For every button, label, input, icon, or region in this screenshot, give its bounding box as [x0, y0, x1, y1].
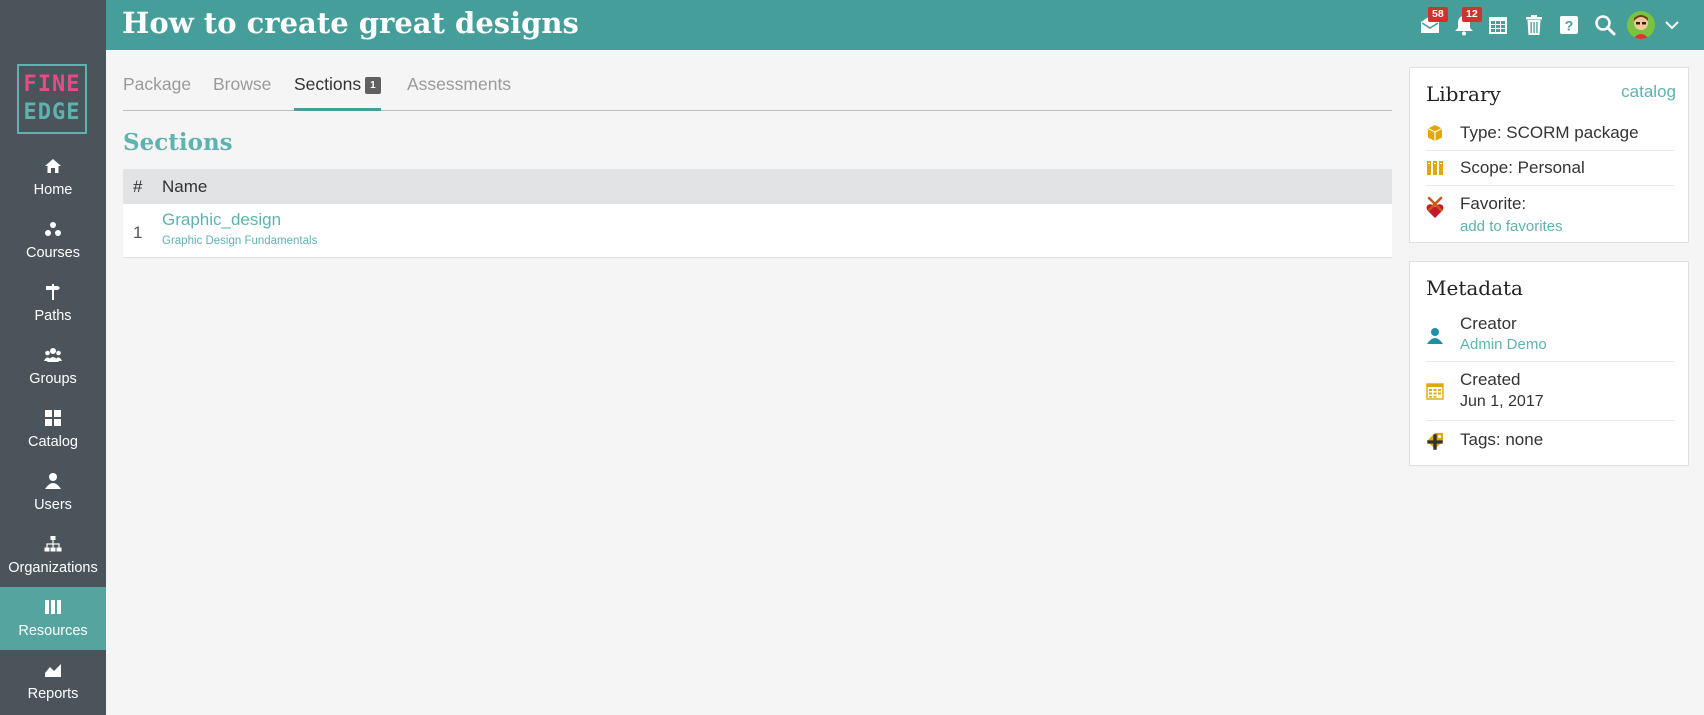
calendar-icon[interactable]: [1487, 14, 1509, 36]
avatar-face-icon: [1627, 11, 1655, 39]
metadata-creator-row: Creator Admin Demo: [1426, 308, 1674, 362]
tags-label: Tags: none: [1460, 430, 1544, 449]
library-title: Library: [1426, 82, 1501, 106]
chevron-down-icon[interactable]: [1664, 18, 1680, 32]
metadata-created-row: Created Jun 1, 2017: [1426, 362, 1674, 421]
creator-label: Creator: [1460, 314, 1517, 333]
table-row: 1 Graphic_design Graphic Design Fundamen…: [123, 204, 1392, 258]
sidebar-item-label: Resources: [18, 623, 88, 639]
tab-browse[interactable]: Browse: [213, 74, 271, 111]
library-scope: Scope: Personal: [1460, 158, 1585, 177]
sidebar-item-organizations[interactable]: Organizations: [0, 524, 106, 587]
user-icon: [1427, 328, 1443, 344]
created-label: Created: [1460, 370, 1521, 389]
library-scope-row: Scope: Personal: [1426, 151, 1674, 186]
add-to-favorites-link[interactable]: add to favorites: [1460, 218, 1563, 235]
books-icon: [45, 600, 61, 614]
metadata-panel: Metadata Creator Admin Demo Created Jun …: [1409, 261, 1689, 466]
library-favorite-row: Favorite: add to favorites: [1426, 186, 1674, 238]
close-icon: [1427, 196, 1443, 212]
sidebar-item-label: Courses: [26, 245, 80, 261]
grid-icon: [45, 410, 61, 426]
sections-table: # Name 1 Graphic_design Graphic Design F…: [123, 169, 1392, 258]
search-icon[interactable]: [1594, 14, 1616, 36]
tab-assessments[interactable]: Assessments: [407, 74, 511, 111]
signpost-icon: [46, 284, 60, 300]
sidebar-item-resources[interactable]: Resources: [0, 587, 106, 650]
sidebar-item-label: Groups: [29, 371, 77, 387]
svg-text:?: ?: [1565, 18, 1574, 34]
row-number: 1: [133, 223, 143, 242]
library-type-row: Type: SCORM package: [1426, 116, 1674, 151]
created-date: Jun 1, 2017: [1460, 393, 1544, 410]
table-header: # Name: [123, 169, 1392, 204]
column-header-name: Name: [162, 177, 208, 196]
section-subtitle: Graphic Design Fundamentals: [162, 235, 318, 247]
sidebar-item-label: Users: [34, 497, 72, 513]
fine-edge-logo[interactable]: FINE EDGE: [17, 64, 87, 134]
content-tabs: Package Browse Sections 1 Assessments: [123, 72, 1392, 111]
sidebar-item-users[interactable]: Users: [0, 461, 106, 524]
sidebar-item-label: Home: [33, 182, 73, 198]
logo-line-1: FINE: [23, 72, 81, 97]
courses-icon: [45, 222, 61, 236]
sidebar-item-label: Paths: [34, 308, 72, 324]
sidebar-item-home[interactable]: Home: [0, 146, 106, 209]
library-type: Type: SCORM package: [1460, 123, 1639, 142]
section-name-link[interactable]: Graphic_design: [162, 210, 281, 230]
sidebar-item-groups[interactable]: Groups: [0, 335, 106, 398]
help-icon[interactable]: ?: [1558, 14, 1580, 36]
org-chart-icon: [44, 536, 62, 552]
sidebar-item-label: Reports: [27, 686, 79, 702]
user-icon: [45, 473, 61, 489]
tab-sections[interactable]: Sections 1: [294, 74, 381, 111]
notifications-count-badge: 12: [1462, 7, 1482, 22]
sidebar-item-reports[interactable]: Reports: [0, 650, 106, 713]
metadata-title: Metadata: [1426, 276, 1523, 300]
tab-sections-badge: 1: [365, 77, 381, 94]
sidebar-item-paths[interactable]: Paths: [0, 272, 106, 335]
sidebar-item-courses[interactable]: Courses: [0, 209, 106, 272]
users-group-icon: [44, 348, 62, 362]
page-title: How to create great designs: [122, 6, 579, 40]
metadata-tags-row: Tags: none: [1426, 421, 1674, 461]
area-chart-icon: [45, 664, 61, 677]
messages-count-badge: 58: [1428, 7, 1448, 22]
add-tag-plus-icon[interactable]: [1426, 433, 1444, 451]
library-panel: Library catalog Type: SCORM package Scop…: [1409, 67, 1689, 243]
sections-heading: Sections: [123, 129, 233, 156]
user-avatar[interactable]: [1627, 11, 1655, 39]
column-header-number: #: [133, 177, 143, 196]
tab-package[interactable]: Package: [123, 74, 191, 111]
home-icon: [45, 159, 61, 173]
calendar-icon: [1426, 383, 1444, 400]
tab-sections-label: Sections: [294, 74, 362, 94]
sidebar: FINE EDGE Home Courses Paths Groups Cata…: [0, 0, 106, 715]
creator-link[interactable]: Admin Demo: [1460, 336, 1547, 353]
logo-line-2: EDGE: [23, 100, 81, 125]
sidebar-item-label: Catalog: [28, 434, 78, 450]
trash-icon[interactable]: [1523, 14, 1545, 36]
sidebar-item-catalog[interactable]: Catalog: [0, 398, 106, 461]
books-icon: [1427, 161, 1443, 175]
sidebar-item-label: Organizations: [8, 560, 98, 576]
favorite-label: Favorite:: [1460, 194, 1527, 213]
catalog-link[interactable]: catalog: [1621, 82, 1676, 102]
package-cube-icon: [1427, 125, 1443, 141]
